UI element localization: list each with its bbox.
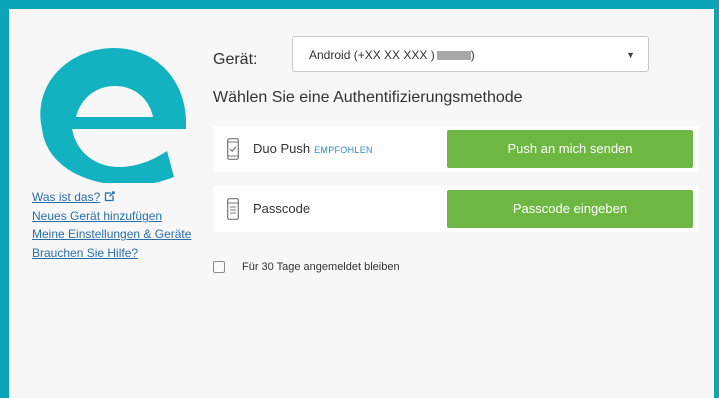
send-push-button[interactable]: Push an mich senden <box>447 130 693 168</box>
passcode-token-icon <box>227 198 239 225</box>
method-label-push: Duo Push EMPFOHLEN <box>253 141 373 156</box>
chevron-down-icon: ▼ <box>626 50 635 60</box>
redacted-number <box>436 51 471 60</box>
external-link-icon <box>104 191 115 206</box>
need-help-link[interactable]: Brauchen Sie Hilfe? <box>32 246 202 261</box>
remember-me-label: Für 30 Tage angemeldet bleiben <box>242 261 400 273</box>
auth-method-heading: Wählen Sie eine Authentifizierungsmethod… <box>213 89 523 106</box>
method-label-passcode: Passcode <box>253 201 311 216</box>
enter-passcode-button[interactable]: Passcode eingeben <box>447 190 693 228</box>
recommended-badge: EMPFOHLEN <box>314 145 373 155</box>
remember-me-checkbox[interactable] <box>213 261 225 273</box>
method-row-push: Duo Push EMPFOHLEN Push an mich senden <box>213 126 699 172</box>
duo-e-logo <box>40 48 187 183</box>
what-is-this-link[interactable]: Was ist das? <box>32 190 202 206</box>
add-device-link[interactable]: Neues Gerät hinzufügen <box>32 209 202 224</box>
phone-check-icon <box>227 138 239 165</box>
device-select[interactable]: Android (+XX XX XXX )) ▼ <box>292 36 649 72</box>
device-label: Gerät: <box>213 51 258 68</box>
method-row-passcode: Passcode Passcode eingeben <box>213 186 699 232</box>
remember-me-row: Für 30 Tage angemeldet bleiben <box>213 261 400 273</box>
sidebar-links: Was ist das? Neues Gerät hinzufügen Mein… <box>32 190 202 264</box>
settings-devices-link[interactable]: Meine Einstellungen & Geräte <box>32 227 202 242</box>
device-select-value: Android (+XX XX XXX )) <box>309 48 475 62</box>
